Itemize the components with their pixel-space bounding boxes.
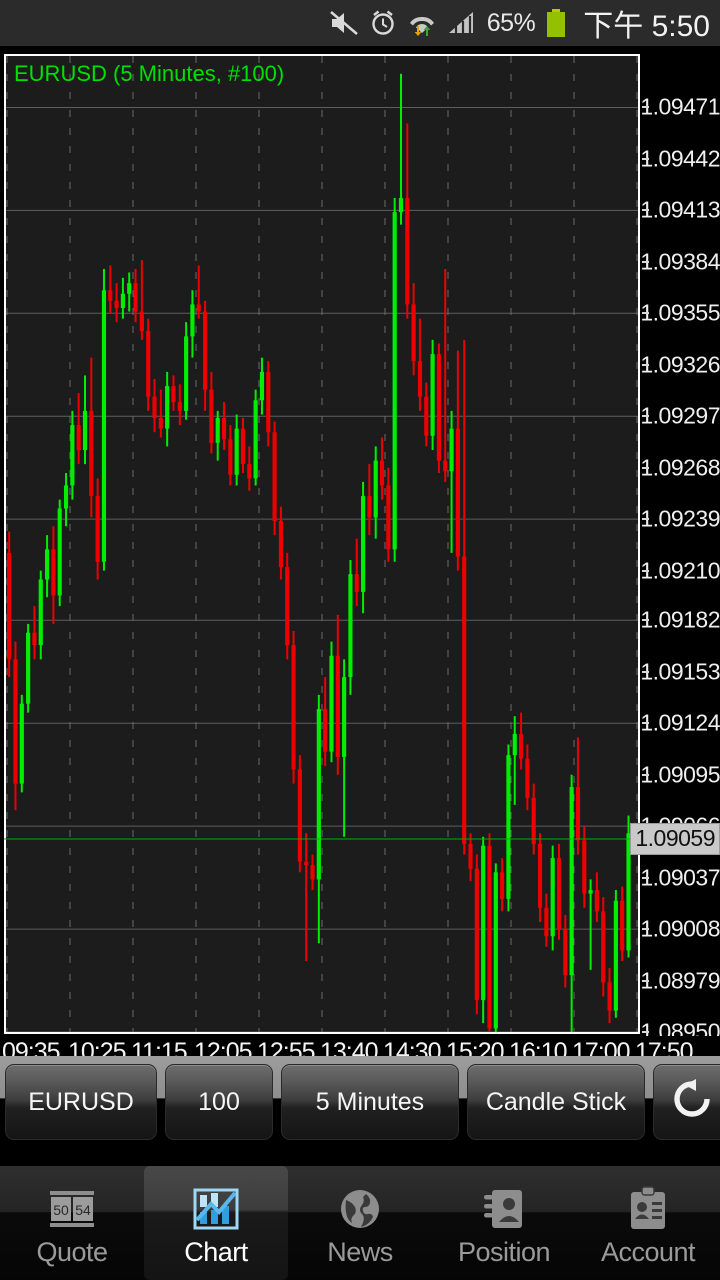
price-axis-tick (642, 670, 649, 673)
signal-icon (447, 9, 477, 37)
chart-toolbar: EURUSD 100 5 Minutes Candle Stick (0, 1056, 720, 1166)
price-axis-label: 1.09239 (640, 505, 720, 532)
account-icon (624, 1183, 672, 1235)
nav-label-account: Account (600, 1236, 696, 1267)
price-axis-label: 1.09182 (640, 606, 720, 633)
price-axis-tick (642, 569, 649, 572)
battery-percent-label: 65% (486, 8, 536, 37)
price-axis-label: 1.09297 (640, 402, 720, 429)
price-axis-label: 1.09326 (640, 351, 720, 378)
nav-label-position: Position (457, 1236, 551, 1267)
price-axis-tick (642, 722, 649, 725)
bottom-navigation: 50 54 Quote Chart News Position Account (0, 1166, 720, 1280)
position-icon (480, 1183, 528, 1235)
price-axis-tick (642, 415, 649, 418)
price-axis-label: 1.09095 (640, 761, 720, 788)
price-axis-tick (642, 518, 649, 521)
wifi-icon (407, 9, 437, 37)
price-axis-tick (642, 157, 649, 160)
svg-text:50: 50 (53, 1202, 69, 1218)
chart-plot-frame[interactable]: EURUSD (5 Minutes, #100) (4, 54, 640, 1034)
nav-label-quote: Quote (36, 1236, 108, 1267)
price-axis-tick (642, 106, 649, 109)
nav-label-chart: Chart (184, 1236, 248, 1267)
price-axis-label: 1.09008 (640, 915, 720, 942)
svg-text:54: 54 (75, 1202, 91, 1218)
price-axis-tick (642, 619, 649, 622)
battery-icon (545, 8, 567, 38)
quote-icon: 50 54 (47, 1183, 97, 1235)
refresh-button[interactable] (653, 1064, 720, 1140)
price-axis-label: 1.08979 (640, 967, 720, 994)
nav-item-position[interactable]: Position (432, 1166, 576, 1280)
nav-item-chart[interactable]: Chart (144, 1166, 288, 1280)
status-bar: 65% 下午 5:50 (0, 0, 720, 46)
price-axis-label: 1.09413 (640, 196, 720, 223)
nav-item-account[interactable]: Account (576, 1166, 720, 1280)
refresh-icon (669, 1076, 715, 1129)
nav-label-news: News (327, 1236, 393, 1267)
status-clock: 下午 5:50 (583, 10, 710, 43)
price-axis-tick (642, 773, 649, 776)
price-axis-label: 1.09210 (640, 557, 720, 584)
chart-title: EURUSD (5 Minutes, #100) (14, 61, 285, 86)
nav-item-news[interactable]: News (288, 1166, 432, 1280)
price-axis-tick (642, 876, 649, 879)
chart-region[interactable]: EURUSD (5 Minutes, #100) 1.09471 1.09442 1… (0, 46, 720, 1070)
period-button[interactable]: 5 Minutes (281, 1064, 459, 1140)
price-axis-label: 1.09355 (640, 299, 720, 326)
chart-type-button[interactable]: Candle Stick (467, 1064, 645, 1140)
price-axis-tick (642, 928, 649, 931)
price-axis-label: 1.09442 (640, 145, 720, 172)
bar-count-button[interactable]: 100 (165, 1064, 273, 1140)
current-price-badge: 1.09059 (630, 822, 720, 855)
candlestick-plot[interactable] (6, 56, 638, 1032)
price-axis-label: 1.09153 (640, 658, 720, 685)
price-axis-label: 1.09268 (640, 454, 720, 481)
mute-icon (329, 9, 359, 37)
chart-icon (191, 1183, 241, 1235)
symbol-button[interactable]: EURUSD (5, 1064, 157, 1140)
current-price-line (4, 838, 644, 840)
globe-icon (336, 1183, 384, 1235)
price-axis-tick (642, 979, 649, 982)
price-axis-label: 1.09471 (640, 93, 720, 120)
alarm-icon (369, 9, 397, 37)
nav-item-quote[interactable]: 50 54 Quote (0, 1166, 144, 1280)
price-axis-tick (642, 209, 649, 212)
price-axis-tick (642, 1031, 649, 1033)
price-axis-tick (642, 466, 649, 469)
price-axis-tick (642, 260, 649, 263)
price-axis-label: 1.09384 (640, 248, 720, 275)
price-axis-label: 1.09124 (640, 709, 720, 736)
candles-svg (6, 56, 638, 1032)
price-axis-tick (642, 363, 649, 366)
price-axis-tick (642, 312, 649, 315)
price-axis: 1.09471 1.09442 1.09413 1.09384 1.09355 1.093… (630, 54, 720, 1045)
price-axis-label: 1.09037 (640, 864, 720, 891)
